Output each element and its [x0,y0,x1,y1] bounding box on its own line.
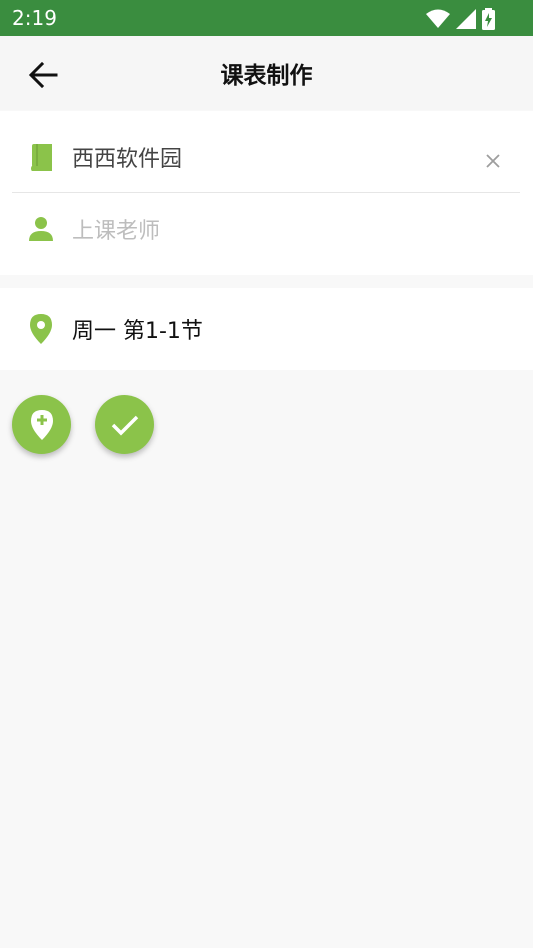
signal-icon [456,9,476,29]
location-row[interactable]: 周一 第1-1节 [0,289,533,369]
battery-icon [482,8,495,30]
teacher-field[interactable]: 上课老师 [72,213,160,245]
close-icon [486,154,500,168]
map-pin-icon [28,314,54,344]
course-name-field[interactable]: 西西软件园 [72,141,182,173]
course-name-row[interactable]: 西西软件园 [0,117,533,197]
app-bar: 课表制作 [0,36,533,110]
course-info-card: 西西软件园 上课老师 [0,111,533,275]
book-icon [28,143,54,171]
teacher-row[interactable]: 上课老师 [0,189,533,269]
add-location-icon [30,409,53,440]
page-title: 课表制作 [220,63,313,89]
check-icon [111,415,138,435]
status-time: 2:19 [12,6,57,30]
status-icons [426,8,495,30]
status-bar: 2:19 [0,0,533,36]
wifi-icon [426,9,450,28]
person-icon [28,215,54,243]
add-location-button[interactable] [12,395,71,454]
confirm-button[interactable] [95,395,154,454]
time-slot-label[interactable]: 周一 第1-1节 [72,313,203,345]
schedule-card: 周一 第1-1节 [0,288,533,370]
clear-course-button[interactable] [483,151,503,171]
